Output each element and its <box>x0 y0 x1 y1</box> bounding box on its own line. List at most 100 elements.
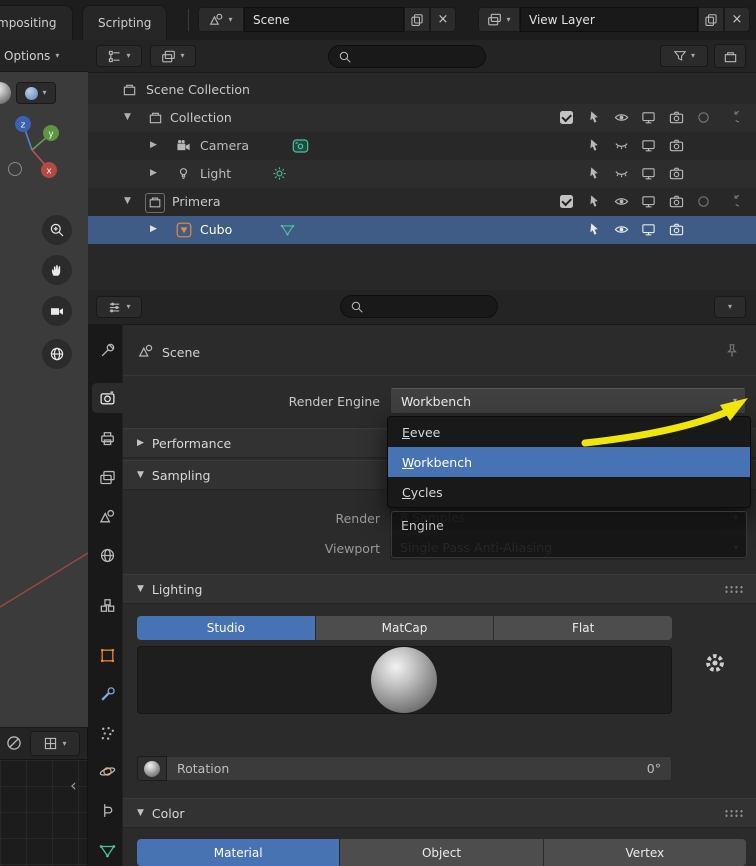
tab-world[interactable] <box>97 545 117 565</box>
selectable-icon[interactable] <box>587 138 602 153</box>
sidebar-collapse-arrow[interactable]: ‹ <box>70 778 77 795</box>
proportional-edit-button[interactable] <box>5 734 23 752</box>
disclosure-triangle[interactable]: ▶ <box>150 169 157 178</box>
tab-view-layer[interactable] <box>97 467 117 487</box>
camera-view-button[interactable] <box>42 296 72 326</box>
disclosure-triangle[interactable]: ▼ <box>124 197 131 206</box>
monitor-icon[interactable] <box>641 194 656 209</box>
outliner-row-scene-collection[interactable]: Scene Collection <box>88 76 756 104</box>
eye-icon[interactable] <box>614 110 629 125</box>
menu-item-cycles[interactable]: Cycles <box>388 477 750 507</box>
wrench-icon <box>99 686 116 703</box>
tab-physics[interactable] <box>97 761 117 781</box>
shading-dropdown-button[interactable]: ▾ <box>16 82 56 104</box>
render-camera-icon[interactable] <box>669 194 684 209</box>
tab-tool[interactable] <box>97 340 117 360</box>
selectable-icon[interactable] <box>587 194 602 209</box>
render-camera-icon[interactable] <box>669 138 684 153</box>
color-section-header[interactable]: ▼ Color <box>123 798 756 828</box>
lighting-tab-flat[interactable]: Flat <box>494 616 673 640</box>
new-collection-button[interactable] <box>714 44 746 68</box>
color-drag-grip[interactable] <box>724 809 744 818</box>
tab-output[interactable] <box>97 428 117 448</box>
tab-scripting[interactable]: Scripting <box>82 5 168 40</box>
outliner-search-input[interactable] <box>328 45 486 68</box>
eye-closed-icon[interactable] <box>614 166 629 181</box>
color-tab-vertex[interactable]: Vertex <box>543 839 746 866</box>
eye-closed-icon[interactable] <box>614 138 629 153</box>
properties-search-input[interactable] <box>340 295 498 318</box>
selectable-icon[interactable] <box>587 110 602 125</box>
monitor-icon[interactable] <box>641 222 656 237</box>
outliner-row-primera[interactable]: ▼ Primera <box>88 188 756 216</box>
monitor-icon[interactable] <box>641 138 656 153</box>
holdout-icon[interactable] <box>696 194 711 209</box>
monitor-icon[interactable] <box>641 110 656 125</box>
monitor-icon[interactable] <box>641 166 656 181</box>
render-camera-icon[interactable] <box>669 222 684 237</box>
tab-scene[interactable] <box>97 506 117 526</box>
indirect-only-icon[interactable] <box>724 110 739 125</box>
scene-browse-button[interactable]: ▾ <box>198 7 244 32</box>
disclosure-triangle[interactable]: ▶ <box>150 141 157 150</box>
properties-options-button[interactable]: ▾ <box>714 296 746 318</box>
outliner-row-camera[interactable]: ▶ Camera <box>88 132 756 160</box>
holdout-icon[interactable] <box>696 110 711 125</box>
indirect-only-icon[interactable] <box>724 194 739 209</box>
lighting-drag-grip[interactable] <box>724 585 744 594</box>
disclosure-triangle[interactable]: ▶ <box>150 225 157 234</box>
zoom-button[interactable] <box>42 215 72 245</box>
tab-render[interactable] <box>97 388 117 408</box>
disclosure-triangle[interactable]: ▼ <box>124 113 131 122</box>
tab-collection[interactable] <box>97 595 117 615</box>
tab-particles[interactable] <box>97 723 117 743</box>
scene-unlink-button[interactable]: × <box>430 7 456 32</box>
tab-compositing[interactable]: mpositing <box>0 5 73 40</box>
display-mode-icon <box>161 49 176 64</box>
render-camera-icon[interactable] <box>669 166 684 181</box>
collection-checkbox[interactable] <box>560 111 573 124</box>
snap-dropdown-button[interactable]: ▾ <box>30 731 80 756</box>
eye-icon[interactable] <box>614 222 629 237</box>
properties-editor-type-button[interactable]: ▾ <box>96 296 142 318</box>
collection-checkbox[interactable] <box>560 195 573 208</box>
view-layer-browse-button[interactable]: ▾ <box>478 7 520 32</box>
sun-icon <box>272 166 287 181</box>
tab-modifiers[interactable] <box>97 684 117 704</box>
scene-name-field[interactable]: Scene <box>244 7 404 32</box>
color-tab-object[interactable]: Object <box>340 839 543 866</box>
selectable-icon[interactable] <box>587 166 602 181</box>
render-camera-icon[interactable] <box>669 110 684 125</box>
color-tab-material[interactable]: Material <box>137 839 340 866</box>
particles-icon <box>99 725 116 742</box>
navigation-gizmo[interactable]: z y x <box>2 112 62 184</box>
chevron-down-icon: ▾ <box>228 14 233 24</box>
gear-icon[interactable] <box>703 651 727 675</box>
perspective-toggle-button[interactable] <box>42 339 72 369</box>
tab-object-data[interactable] <box>97 840 117 860</box>
view-layer-new-button[interactable] <box>698 7 724 32</box>
outliner-editor-type-button[interactable]: ▾ <box>96 45 142 67</box>
outliner-display-mode-button[interactable]: ▾ <box>150 45 196 67</box>
pin-icon[interactable] <box>724 343 740 359</box>
outliner-row-cubo[interactable]: ▶ Cubo <box>88 216 756 244</box>
pan-button[interactable] <box>42 255 72 285</box>
eye-icon[interactable] <box>614 194 629 209</box>
outliner-row-collection[interactable]: ▼ Collection <box>88 104 756 132</box>
lighting-section-header[interactable]: ▼ Lighting <box>123 574 756 604</box>
tab-object[interactable] <box>97 645 117 665</box>
lighting-tab-matcap[interactable]: MatCap <box>315 616 494 640</box>
outliner-row-light[interactable]: ▶ Light <box>88 160 756 188</box>
view-layer-remove-button[interactable]: × <box>724 7 750 32</box>
outliner-filter-button[interactable]: ▾ <box>660 45 708 67</box>
tab-constraints[interactable] <box>97 800 117 820</box>
search-icon <box>350 300 364 314</box>
studiolight-icon-button[interactable] <box>137 756 167 781</box>
rotation-slider[interactable]: Rotation 0° <box>167 756 672 781</box>
view-layer-name-field[interactable]: View Layer <box>520 7 698 32</box>
scene-new-copy-button[interactable] <box>404 7 430 32</box>
viewport-options-label[interactable]: Options <box>4 49 50 63</box>
chevron-down-icon: ▾ <box>506 14 511 24</box>
selectable-icon[interactable] <box>587 222 602 237</box>
lighting-tab-studio[interactable]: Studio <box>137 616 315 640</box>
